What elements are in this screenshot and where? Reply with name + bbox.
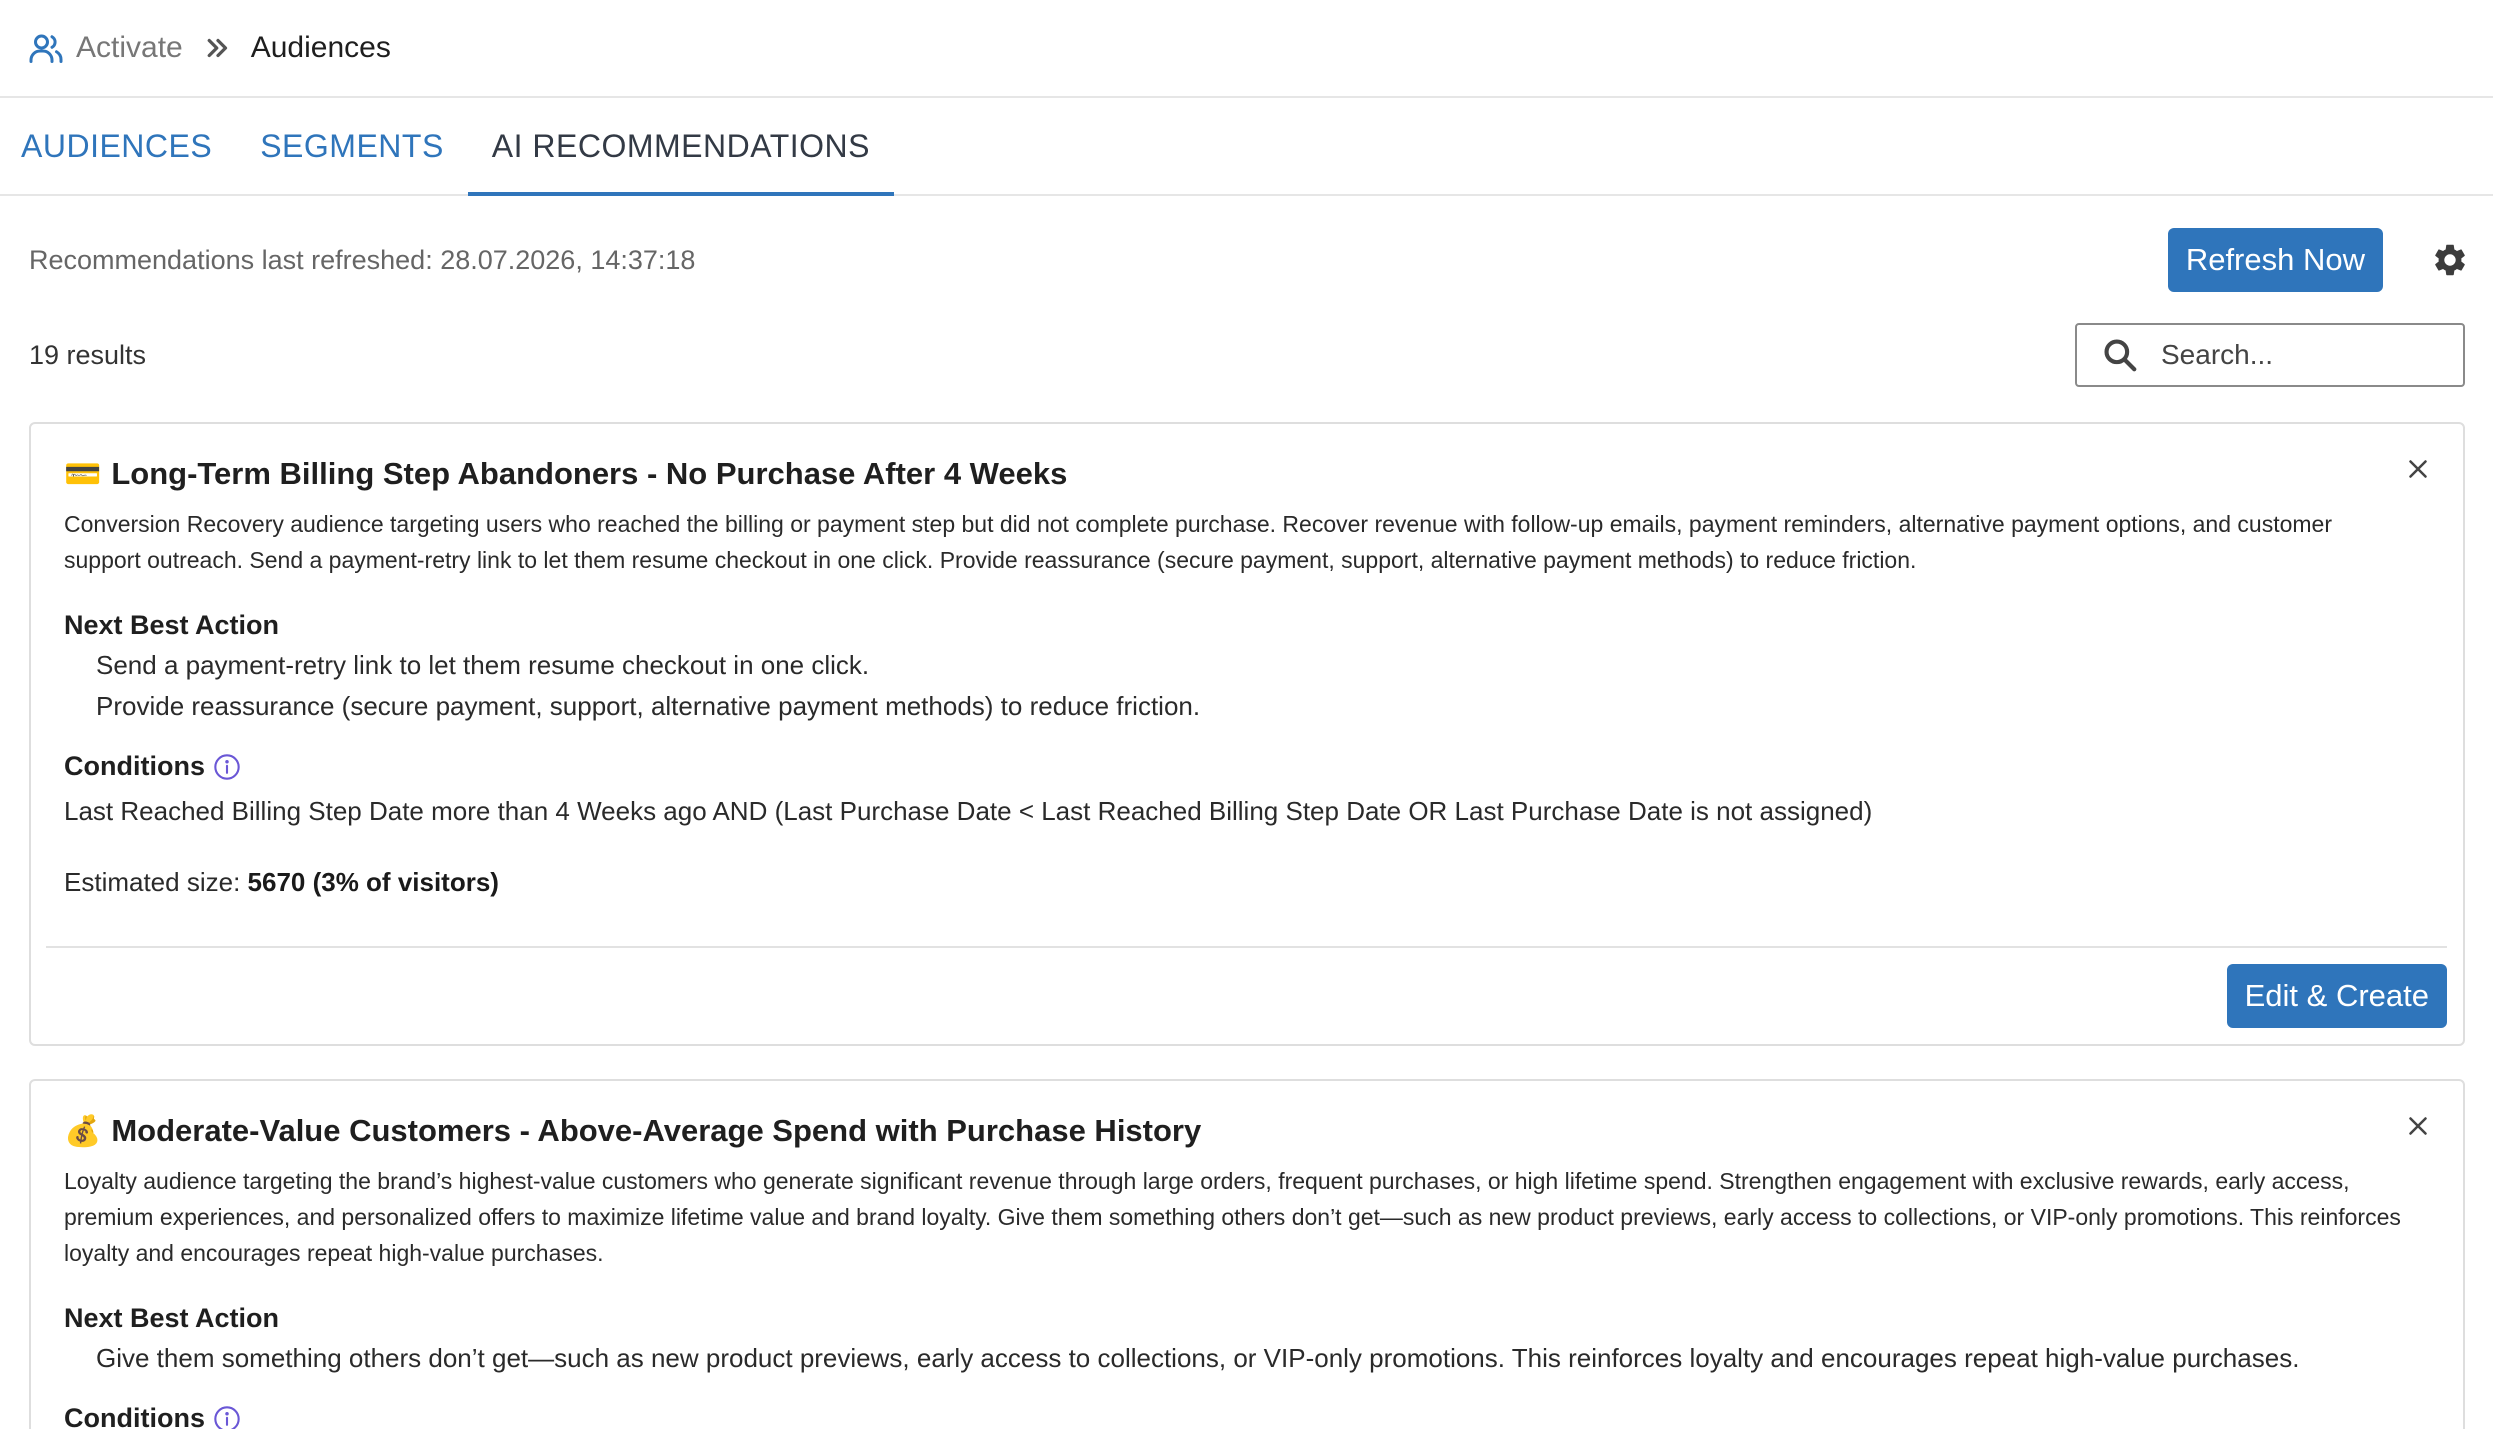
card-title: 💰 Moderate-Value Customers - Above-Avera… — [64, 1113, 2431, 1149]
refresh-actions: Refresh Now — [2167, 228, 2469, 292]
users-icon — [29, 34, 63, 63]
action-item: Give them something others don’t get—suc… — [96, 1343, 2300, 1373]
breadcrumb-current: Audiences — [250, 31, 391, 64]
close-icon[interactable] — [2403, 1111, 2433, 1141]
conditions-heading: Conditions — [64, 1403, 2431, 1429]
gear-icon[interactable] — [2431, 241, 2469, 279]
refresh-row: Recommendations last refreshed: 28.07.20… — [0, 196, 2493, 324]
conditions-label: Conditions — [64, 1403, 205, 1429]
info-icon[interactable] — [213, 1405, 241, 1429]
double-chevron-right-icon — [207, 38, 227, 58]
tab-bar: AUDIENCES SEGMENTS AI RECOMMENDATIONS — [0, 98, 2493, 196]
conditions-heading: Conditions — [64, 751, 2431, 782]
estimated-size-label: Estimated size: — [64, 867, 241, 897]
tab-ai-recommendations[interactable]: AI RECOMMENDATIONS — [467, 98, 895, 196]
action-item: Send a payment-retry link to let them re… — [96, 650, 870, 680]
last-refreshed-text: Recommendations last refreshed: 28.07.20… — [29, 244, 696, 275]
card-description: Loyalty audience targeting the brand’s h… — [64, 1168, 2401, 1266]
action-list: Give them something others don’t get—suc… — [64, 1338, 2431, 1379]
card-footer: Edit & Create — [46, 946, 2447, 1044]
next-best-action-heading: Next Best Action — [64, 1303, 280, 1333]
search-input[interactable] — [2161, 339, 2441, 371]
close-icon[interactable] — [2403, 454, 2433, 484]
recommendation-card: 💳 Long-Term Billing Step Abandoners - No… — [29, 422, 2465, 1046]
top-bar: Activate Audiences — [0, 0, 2493, 98]
conditions-text: Last Reached Billing Step Date more than… — [64, 796, 1873, 826]
card-title-text: Long-Term Billing Step Abandoners - No P… — [111, 456, 1068, 491]
card-title: 💳 Long-Term Billing Step Abandoners - No… — [64, 456, 2431, 492]
next-best-action-heading: Next Best Action — [64, 610, 280, 640]
tab-segments[interactable]: SEGMENTS — [236, 98, 468, 194]
action-item: Provide reassurance (secure payment, sup… — [96, 691, 1201, 721]
edit-create-button[interactable]: Edit & Create — [2226, 964, 2447, 1028]
results-row: 19 results — [0, 323, 2493, 387]
search-icon — [2104, 339, 2137, 372]
results-count: 19 results — [29, 339, 147, 370]
card-title-text: Moderate-Value Customers - Above-Average… — [111, 1113, 1202, 1148]
credit-card-icon: 💳 — [64, 457, 102, 491]
card-description: Conversion Recovery audience targeting u… — [64, 511, 2332, 573]
estimated-size: Estimated size: 5670 (3% of visitors) — [64, 867, 2431, 898]
breadcrumb-root[interactable]: Activate — [76, 31, 183, 65]
conditions-label: Conditions — [64, 751, 205, 781]
tab-audiences[interactable]: AUDIENCES — [0, 98, 236, 194]
refresh-now-button[interactable]: Refresh Now — [2167, 228, 2383, 292]
recommendation-card: 💰 Moderate-Value Customers - Above-Avera… — [29, 1079, 2465, 1429]
info-icon[interactable] — [213, 753, 241, 781]
action-list: Send a payment-retry link to let them re… — [64, 645, 2431, 727]
search-box[interactable] — [2075, 323, 2465, 387]
estimated-size-value: 5670 (3% of visitors) — [247, 867, 499, 897]
money-bag-icon: 💰 — [64, 1114, 102, 1148]
